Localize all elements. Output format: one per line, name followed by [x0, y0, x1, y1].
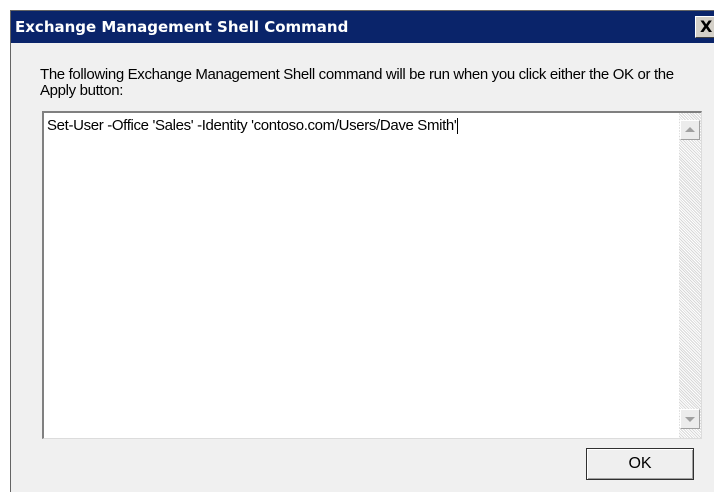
scroll-up-button[interactable] — [680, 120, 700, 140]
close-icon: X — [700, 17, 713, 36]
title-bar[interactable]: Exchange Management Shell Command — [11, 11, 714, 43]
command-description: The following Exchange Management Shell … — [40, 66, 674, 99]
dialog-window: Exchange Management Shell Command X The … — [10, 10, 714, 492]
command-text[interactable]: Set-User -Office 'Sales' -Identity 'cont… — [47, 117, 459, 134]
close-button[interactable]: X — [695, 16, 714, 38]
scroll-up-arrow-icon — [685, 127, 695, 132]
text-caret — [457, 118, 459, 134]
dialog-title: Exchange Management Shell Command — [15, 18, 349, 36]
vertical-scrollbar[interactable] — [679, 113, 701, 438]
ok-button[interactable]: OK — [586, 448, 694, 480]
screenshot-frame: Exchange Management Shell Command X The … — [0, 0, 714, 492]
scroll-down-arrow-icon — [685, 417, 695, 422]
scroll-down-button[interactable] — [680, 409, 700, 429]
command-value: Set-User -Office 'Sales' -Identity 'cont… — [47, 117, 457, 134]
command-textbox[interactable]: Set-User -Office 'Sales' -Identity 'cont… — [42, 111, 702, 439]
